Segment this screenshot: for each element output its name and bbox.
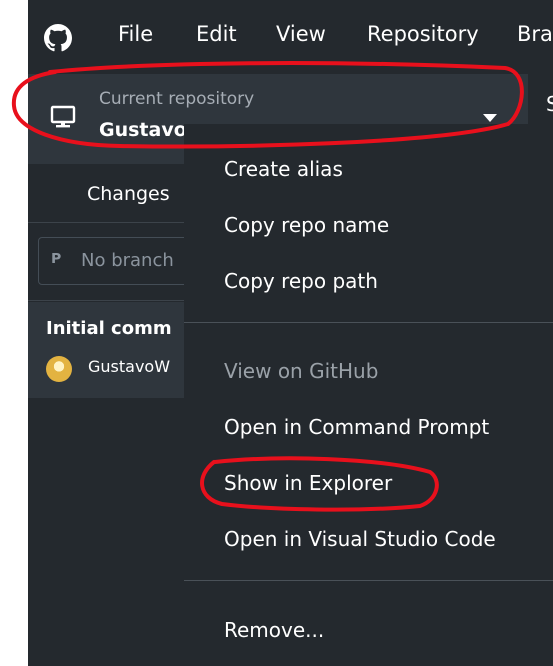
menu-separator	[184, 580, 553, 581]
panel-divider	[28, 300, 188, 301]
menu-branch[interactable]: Bra	[517, 22, 553, 46]
menu-separator	[184, 322, 553, 323]
avatar	[46, 356, 72, 382]
menu-view[interactable]: View	[276, 22, 326, 46]
menu-edit[interactable]: Edit	[196, 22, 237, 46]
branch-selector-edge-text: S	[546, 92, 553, 116]
menu-item-create-alias[interactable]: Create alias	[224, 157, 343, 181]
caret-down-icon	[483, 114, 497, 122]
menu-item-copy-repo-path[interactable]: Copy repo path	[224, 269, 378, 293]
commit-list-item[interactable]: Initial comm GustavoW	[28, 302, 188, 398]
branch-icon: 𝗣	[51, 251, 62, 267]
menu-item-show-in-explorer[interactable]: Show in Explorer	[224, 471, 392, 495]
menubar: File Edit View Repository Bra	[28, 0, 553, 74]
menu-item-copy-repo-name[interactable]: Copy repo name	[224, 213, 389, 237]
tab-divider	[28, 222, 188, 223]
repository-caption: Current repository	[99, 89, 255, 109]
menu-item-view-on-github[interactable]: View on GitHub	[224, 359, 378, 383]
menu-file[interactable]: File	[118, 22, 153, 46]
github-logo-icon	[44, 24, 72, 52]
repository-context-menu: Create alias Copy repo name Copy repo pa…	[184, 124, 553, 666]
menu-item-open-in-visual-studio-code[interactable]: Open in Visual Studio Code	[224, 527, 496, 551]
repository-name: Gustavo	[99, 119, 187, 141]
menu-item-remove[interactable]: Remove...	[224, 618, 324, 642]
screen: File Edit View Repository Bra Current re…	[0, 0, 553, 666]
computer-icon	[50, 105, 76, 128]
tab-changes[interactable]: Changes	[87, 183, 170, 205]
branch-filter-text: No branch	[81, 250, 174, 271]
menu-repository[interactable]: Repository	[367, 22, 479, 46]
commit-author: GustavoW	[88, 357, 171, 376]
commit-title: Initial comm	[46, 318, 172, 339]
menu-item-open-in-command-prompt[interactable]: Open in Command Prompt	[224, 415, 489, 439]
